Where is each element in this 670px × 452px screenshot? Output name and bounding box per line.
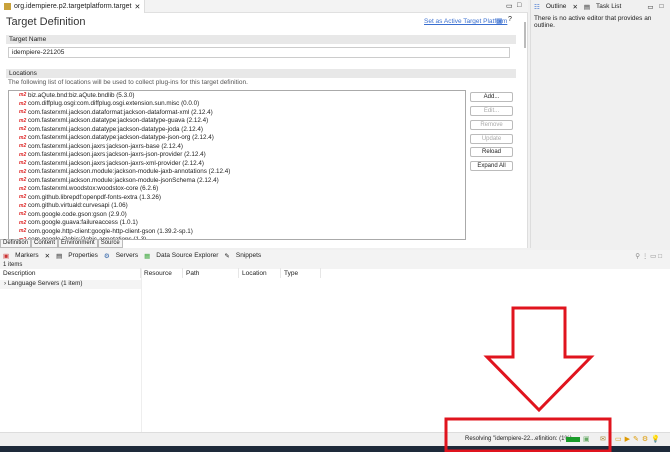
red-down-arrow [483,306,595,413]
red-highlight-box [444,417,612,452]
annotation-overlay [444,306,612,452]
